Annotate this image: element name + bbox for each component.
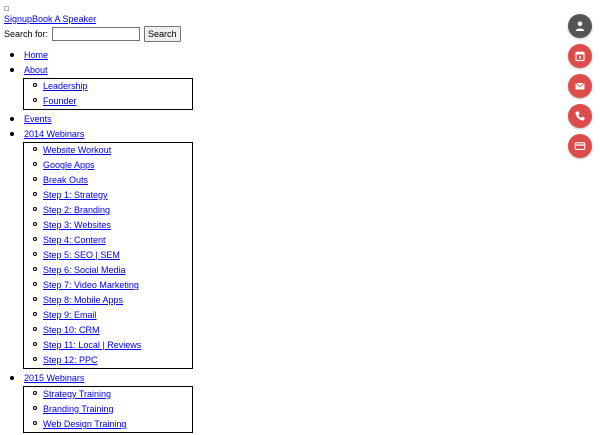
nav-link-strategy-training[interactable]: Strategy Training <box>43 389 111 399</box>
nav-link-step-7[interactable]: Step 7: Video Marketing <box>43 280 139 290</box>
nav-link-step-9[interactable]: Step 9: Email <box>43 310 97 320</box>
nav-link-founder[interactable]: Founder <box>43 96 77 106</box>
nav-item-home: Home <box>10 48 193 63</box>
submenu-item: Step 8: Mobile Apps <box>33 293 192 308</box>
nav-link-step-3[interactable]: Step 3: Websites <box>43 220 111 230</box>
submenu-item: Step 2: Branding <box>33 203 192 218</box>
search-label: Search for: <box>4 29 49 39</box>
nav-link-step-12[interactable]: Step 12: PPC <box>43 355 98 365</box>
submenu-item: Step 12: PPC <box>33 353 192 368</box>
nav-link-branding-training[interactable]: Branding Training <box>43 404 114 414</box>
submenu-item: Step 7: Video Marketing <box>33 278 192 293</box>
submenu-item: Founder <box>33 94 192 109</box>
mail-icon <box>575 82 585 90</box>
nav-link-google-apps[interactable]: Google Apps <box>43 160 95 170</box>
nav-link-step-4[interactable]: Step 4: Content <box>43 235 106 245</box>
submenu-item: Step 10: CRM <box>33 323 192 338</box>
nav-link-step-11[interactable]: Step 11: Local | Reviews <box>43 340 141 350</box>
search-form: Search for: Search <box>4 26 181 42</box>
nav-link-about[interactable]: About <box>24 65 48 75</box>
phone-icon <box>575 111 585 121</box>
nav-item-2014-webinars: 2014 Webinars Website Workout Google App… <box>10 127 193 369</box>
search-input[interactable] <box>52 27 141 41</box>
submenu-item: Step 11: Local | Reviews <box>33 338 192 353</box>
submenu-item: Step 5: SEO | SEM <box>33 248 192 263</box>
nav-link-step-6[interactable]: Step 6: Social Media <box>43 265 126 275</box>
user-icon <box>575 21 585 31</box>
nav-link-home[interactable]: Home <box>24 50 48 60</box>
nav-item-events: Events <box>10 112 193 127</box>
calendar-icon <box>575 51 585 62</box>
submenu-item: Step 9: Email <box>33 308 192 323</box>
profile-button[interactable] <box>568 14 592 38</box>
nav-link-leadership[interactable]: Leadership <box>43 81 88 91</box>
nav-link-step-10[interactable]: Step 10: CRM <box>43 325 100 335</box>
book-a-speaker-link[interactable]: Book A Speaker <box>32 14 96 24</box>
nav-link-events[interactable]: Events <box>24 114 52 124</box>
submenu-item: Step 6: Social Media <box>33 263 192 278</box>
email-button[interactable] <box>568 74 592 98</box>
nav-link-web-design-training[interactable]: Web Design Training <box>43 419 126 429</box>
nav-link-step-2[interactable]: Step 2: Branding <box>43 205 110 215</box>
submenu-item: Leadership <box>33 79 192 94</box>
nav-link-step-5[interactable]: Step 5: SEO | SEM <box>43 250 120 260</box>
submenu-item: Step 3: Websites <box>33 218 192 233</box>
signup-link[interactable]: Signup <box>4 14 32 24</box>
nav-link-website-workout[interactable]: Website Workout <box>43 145 111 155</box>
webinars-2014-submenu: Website Workout Google Apps Break Outs S… <box>23 142 193 369</box>
about-submenu: Leadership Founder <box>23 78 193 110</box>
search-button[interactable]: Search <box>144 26 181 42</box>
top-links: SignupBook A Speaker <box>4 14 96 24</box>
credit-card-icon <box>574 142 586 150</box>
main-nav: Home About Leadership Founder Events 201… <box>0 48 193 435</box>
nav-item-2015-webinars: 2015 Webinars Strategy Training Branding… <box>10 371 193 433</box>
submenu-item: Step 4: Content <box>33 233 192 248</box>
nav-link-2015-webinars[interactable]: 2015 Webinars <box>24 373 84 383</box>
broken-image-icon <box>4 6 9 11</box>
nav-link-break-outs[interactable]: Break Outs <box>43 175 88 185</box>
submenu-item: Google Apps <box>33 158 192 173</box>
payment-button[interactable] <box>568 134 592 158</box>
nav-link-2014-webinars[interactable]: 2014 Webinars <box>24 129 84 139</box>
nav-link-step-1[interactable]: Step 1: Strategy <box>43 190 108 200</box>
webinars-2015-submenu: Strategy Training Branding Training Web … <box>23 386 193 433</box>
nav-item-about: About Leadership Founder <box>10 63 193 110</box>
call-button[interactable] <box>568 104 592 128</box>
submenu-item: Step 1: Strategy <box>33 188 192 203</box>
submenu-item: Branding Training <box>33 402 192 417</box>
submenu-item: Website Workout <box>33 143 192 158</box>
submenu-item: Break Outs <box>33 173 192 188</box>
nav-link-step-8[interactable]: Step 8: Mobile Apps <box>43 295 123 305</box>
calendar-button[interactable] <box>568 44 592 68</box>
submenu-item: Web Design Training <box>33 417 192 432</box>
floating-action-buttons <box>568 14 592 164</box>
